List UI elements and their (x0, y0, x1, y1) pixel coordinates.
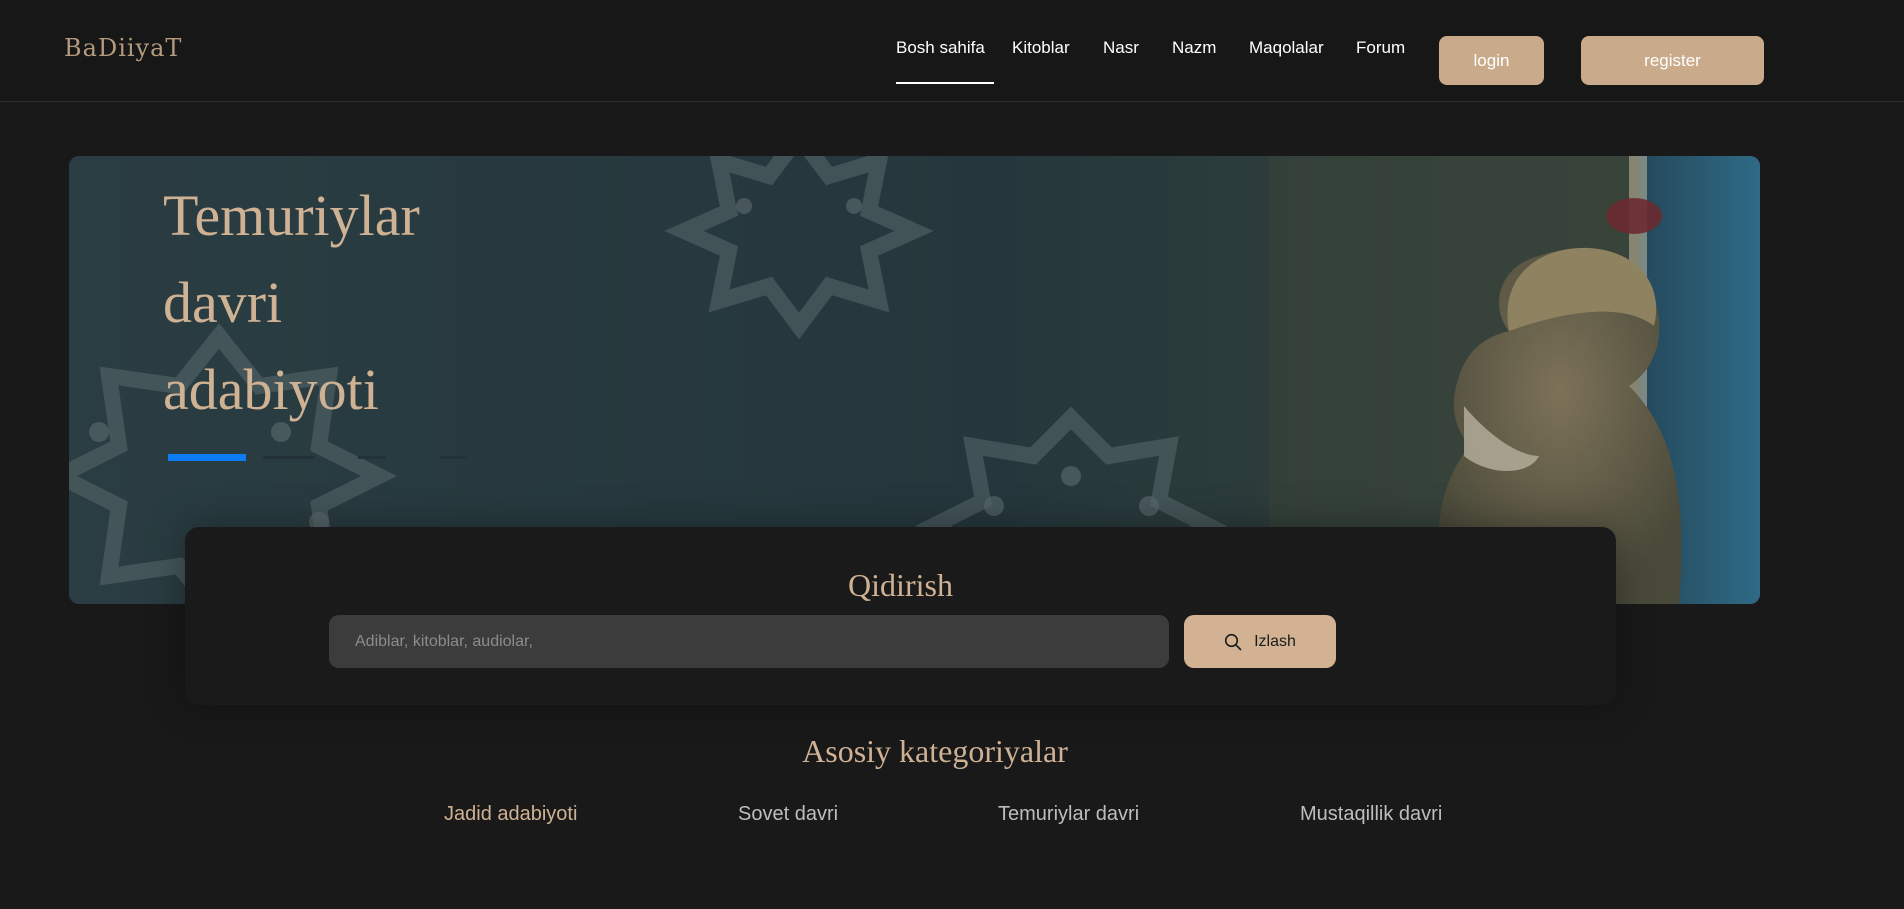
search-icon (1224, 633, 1242, 650)
category-sovet-davri[interactable]: Sovet davri (738, 803, 838, 826)
slide-indicator-2[interactable] (263, 456, 315, 459)
hero-title: Temuriylar davri adabiyoti (163, 172, 563, 433)
search-card: Qidirish Izlash (185, 527, 1616, 705)
category-mustaqillik-davri[interactable]: Mustaqillik davri (1300, 803, 1442, 826)
categories-title: Asosiy kategoriyalar (802, 733, 1068, 769)
category-jadid-adabiyoti[interactable]: Jadid adabiyoti (444, 803, 577, 826)
nav-kitoblar[interactable]: Kitoblar (1012, 38, 1070, 58)
nav-bosh-sahifa[interactable]: Bosh sahifa (896, 38, 994, 84)
search-title: Qidirish (848, 567, 953, 603)
hero-title-line: adabiyoti (163, 357, 379, 422)
slide-indicator-3[interactable] (358, 456, 386, 459)
hero-title-line: davri (163, 270, 283, 335)
nav-maqolalar[interactable]: Maqolalar (1249, 38, 1324, 58)
search-input[interactable] (329, 615, 1169, 668)
slide-indicator-1[interactable] (168, 454, 246, 461)
nav-forum[interactable]: Forum (1356, 38, 1405, 58)
register-button[interactable]: register (1581, 36, 1764, 85)
nav-nasr[interactable]: Nasr (1103, 38, 1139, 58)
search-button[interactable]: Izlash (1184, 615, 1336, 668)
category-temuriylar-davri[interactable]: Temuriylar davri (998, 803, 1139, 826)
login-button[interactable]: login (1439, 36, 1544, 85)
hero-title-line: Temuriylar (163, 183, 420, 248)
nav-nazm[interactable]: Nazm (1172, 38, 1216, 58)
site-logo[interactable]: BaDiiyaT (64, 34, 182, 62)
top-header: BaDiiyaT Bosh sahifa Kitoblar Nasr Nazm … (0, 0, 1904, 102)
slide-indicator-4[interactable] (440, 456, 468, 459)
search-button-label: Izlash (1254, 632, 1296, 650)
